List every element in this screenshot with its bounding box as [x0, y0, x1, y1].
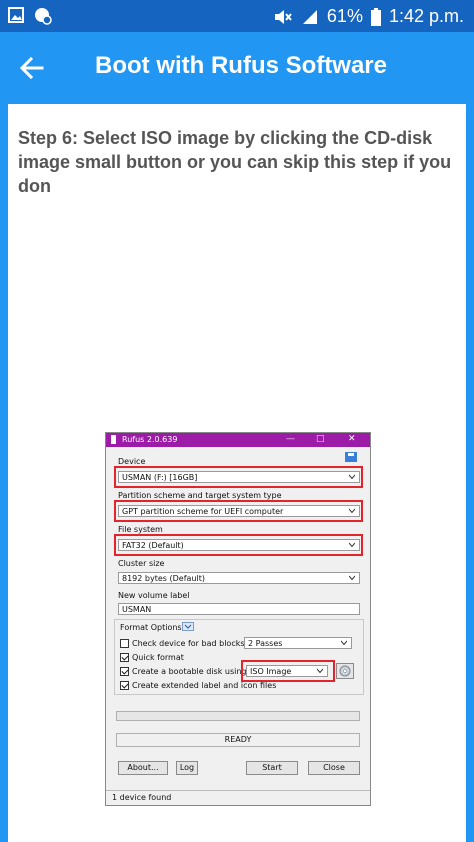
cluster-label: Cluster size — [118, 559, 165, 568]
volume-input[interactable]: USMAN — [118, 603, 360, 615]
step-text: Step 6: Select ISO image by clicking the… — [18, 128, 452, 196]
close-button[interactable]: Close — [308, 761, 360, 775]
content-card: Step 6: Select ISO image by clicking the… — [8, 104, 466, 842]
usb-icon — [111, 435, 116, 444]
progress-bar — [116, 711, 360, 721]
rufus-screenshot: Rufus 2.0.639 — □ ✕ Device USMAN (F:) [1… — [105, 432, 371, 806]
about-button[interactable]: About... — [118, 761, 168, 775]
maximize-icon[interactable]: □ — [316, 434, 325, 444]
close-window-icon[interactable]: ✕ — [348, 434, 356, 444]
device-count-text: 1 device found — [112, 793, 172, 802]
format-options-label: Format Options — [120, 623, 182, 632]
cluster-select[interactable]: 8192 bytes (Default) — [118, 572, 360, 584]
minimize-icon[interactable]: — — [286, 434, 295, 444]
extended-label-checkbox[interactable] — [120, 681, 129, 690]
status-time: 1:42 p.m. — [388, 6, 464, 26]
chevron-down-icon — [349, 575, 355, 581]
bad-blocks-label: Check device for bad blocks — [132, 639, 245, 648]
passes-select[interactable]: 2 Passes — [244, 637, 352, 649]
partition-highlight — [114, 500, 363, 522]
passes-value: 2 Passes — [248, 639, 283, 648]
ready-status: READY — [116, 733, 360, 747]
app-bar: Boot with Rufus Software — [0, 32, 474, 104]
arrow-left-icon[interactable] — [16, 52, 48, 84]
signal-icon — [302, 9, 317, 24]
mute-icon — [274, 9, 292, 24]
rufus-title-bar: Rufus 2.0.639 — □ ✕ — [106, 433, 370, 447]
chevron-down-icon[interactable] — [182, 622, 194, 631]
chevron-down-icon — [341, 640, 347, 646]
filesystem-label: File system — [118, 525, 163, 534]
extended-label-label: Create extended label and icon files — [132, 681, 277, 690]
volume-value: USMAN — [122, 605, 152, 614]
cluster-value: 8192 bytes (Default) — [122, 574, 205, 583]
rufus-window-title: Rufus 2.0.639 — [122, 435, 178, 444]
bad-blocks-checkbox[interactable] — [120, 639, 129, 648]
filesystem-highlight — [114, 534, 363, 556]
page-title: Boot with Rufus Software — [95, 52, 387, 79]
select-iso-button[interactable] — [336, 663, 354, 679]
iso-highlight — [241, 660, 335, 682]
partition-label: Partition scheme and target system type — [118, 491, 282, 500]
start-button[interactable]: Start — [246, 761, 298, 775]
rufus-status-bar: 1 device found — [106, 790, 370, 805]
volume-label: New volume label — [118, 591, 190, 600]
device-label: Device — [118, 457, 146, 466]
quick-format-label: Quick format — [132, 653, 184, 662]
device-highlight — [114, 466, 363, 488]
battery-icon — [370, 7, 381, 26]
status-bar: 61% 1:42 p.m. — [0, 0, 474, 32]
battery-percent: 61% — [326, 6, 363, 26]
chat-settings-icon — [35, 8, 52, 25]
log-button[interactable]: Log — [176, 761, 198, 775]
cd-disk-icon — [339, 665, 351, 677]
gallery-icon — [8, 7, 24, 23]
bootable-label: Create a bootable disk using — [132, 667, 247, 676]
quick-format-checkbox[interactable] — [120, 653, 129, 662]
bootable-checkbox[interactable] — [120, 667, 129, 676]
save-settings-icon[interactable] — [344, 451, 358, 463]
